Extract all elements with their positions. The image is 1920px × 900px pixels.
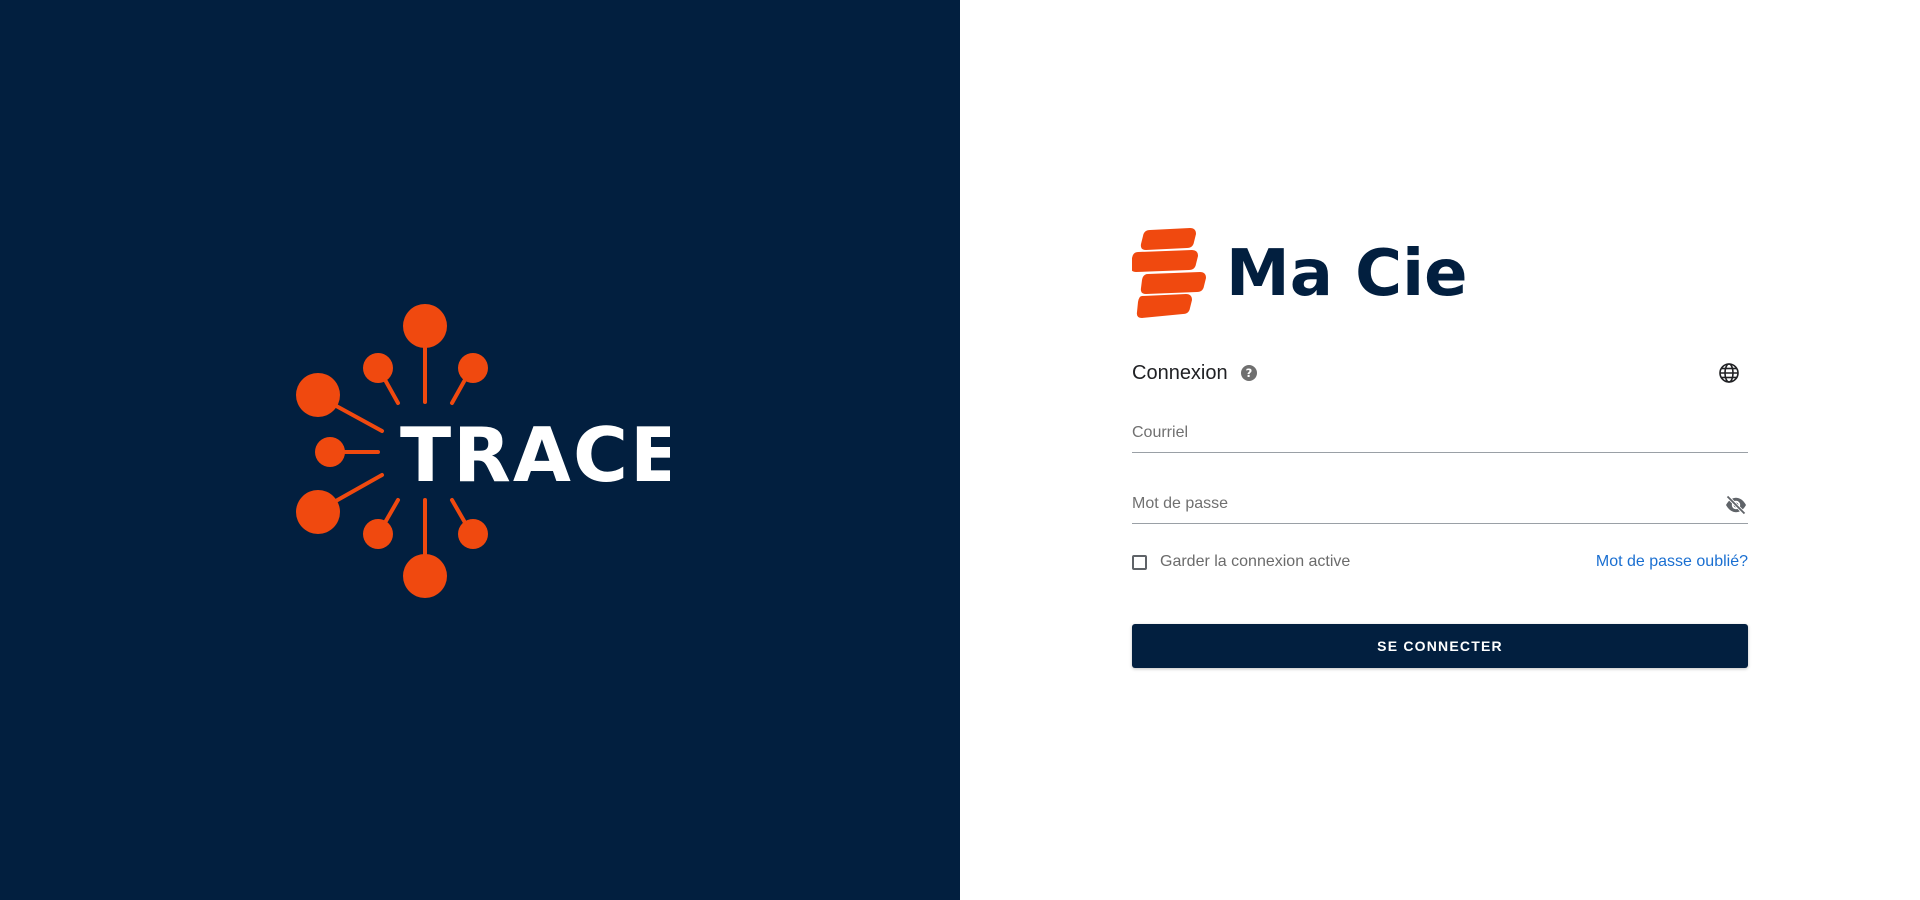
company-name: Ma Cie (1226, 237, 1468, 311)
email-field-container (1132, 414, 1748, 453)
globe-icon[interactable] (1717, 361, 1741, 385)
forgot-password-link[interactable]: Mot de passe oublié? (1596, 553, 1748, 571)
remember-me-checkbox[interactable] (1132, 554, 1147, 570)
remember-me[interactable]: Garder la connexion active (1132, 553, 1350, 571)
trace-logo: TRACE (290, 298, 670, 608)
svg-text:?: ? (1245, 366, 1252, 380)
login-form: Ma Cie Connexion ? Courriel Garder la co… (1132, 228, 1748, 668)
email-field[interactable] (1132, 414, 1692, 452)
login-title-group: Connexion ? (1132, 362, 1258, 385)
login-options: Garder la connexion active Mot de passe … (1132, 550, 1748, 574)
eye-off-icon[interactable] (1724, 493, 1748, 517)
login-header: Connexion ? (1132, 358, 1748, 388)
page-title: Connexion (1132, 361, 1228, 384)
remember-me-label[interactable]: Garder la connexion active (1160, 553, 1350, 571)
trace-wordmark: TRACE (400, 411, 670, 499)
trace-logo-graphic: TRACE (296, 304, 670, 598)
company-brand: Ma Cie (1132, 228, 1748, 320)
stacked-bars-logo-icon (1132, 228, 1206, 318)
login-button[interactable]: SE CONNECTER (1132, 624, 1748, 668)
login-panel: Ma Cie Connexion ? Courriel Garder la co… (960, 0, 1920, 900)
question-circle-icon[interactable]: ? (1240, 364, 1258, 382)
password-field-container (1132, 485, 1748, 524)
password-field[interactable] (1132, 485, 1692, 523)
login-page: TRACE Ma Cie Connexion ? Courriel Garder… (0, 0, 1920, 900)
brand-panel: TRACE (0, 0, 960, 900)
